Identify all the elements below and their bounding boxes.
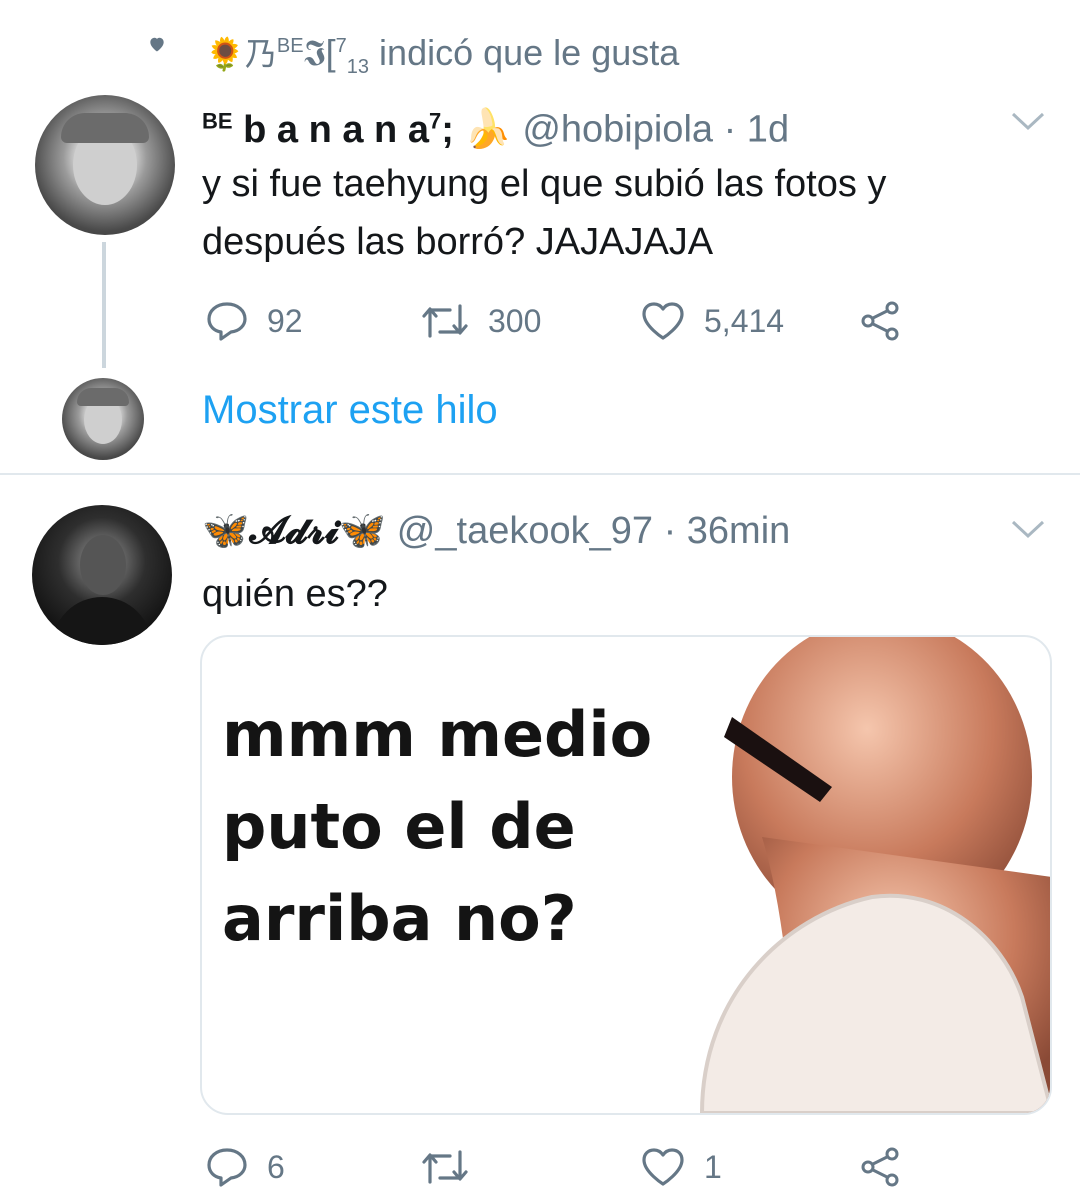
tweet-text-line: después las borró? JAJAJAJA xyxy=(202,221,714,263)
reply-icon xyxy=(207,302,247,341)
chevron-down-icon[interactable] xyxy=(1010,110,1046,132)
tweet-media-image[interactable]: mmm medio puto el de arriba no? xyxy=(200,635,1052,1115)
avatar-small[interactable] xyxy=(62,378,144,460)
show-thread-link[interactable]: Mostrar este hilo xyxy=(202,388,498,433)
retweet-icon xyxy=(422,304,468,338)
like-count: 1 xyxy=(704,1148,722,1185)
author-name-text: 𝓐𝓭𝓻𝓲 xyxy=(249,510,339,552)
tweet-time: · 36min xyxy=(663,510,791,552)
tweet-text-line: y si fue taehyung el que subió las fotos… xyxy=(202,163,887,205)
tweet-text: y si fue taehyung el que subió las fotos… xyxy=(202,155,1062,271)
like-count: 5,414 xyxy=(704,302,785,339)
tweet-text: quién es?? xyxy=(202,573,388,615)
avatar[interactable] xyxy=(35,95,175,235)
meme-caption-line: arriba no? xyxy=(222,882,577,955)
liked-by-name-sup: BE xyxy=(276,35,304,57)
author-name-tail: ; xyxy=(441,108,454,151)
liked-by-label[interactable]: 🌻乃BE𝕴[713 indicó que le gusta xyxy=(205,24,679,89)
retweet-button[interactable] xyxy=(420,1146,470,1188)
retweet-count: 300 xyxy=(488,302,542,339)
author-name[interactable]: BE b a n a n a7; xyxy=(202,108,454,151)
liked-by-name-sup2: 7 xyxy=(335,35,347,57)
meme-figure xyxy=(699,637,1050,1113)
chevron-down-icon[interactable] xyxy=(1010,518,1046,540)
tweet-time: · 1d xyxy=(723,108,790,151)
author-name[interactable]: 🦋𝓐𝓭𝓻𝓲🦋 xyxy=(202,510,386,552)
meme-caption-line: mmm medio xyxy=(222,698,653,771)
liked-by-name-sub: 13 xyxy=(346,56,370,79)
author-name-sup2: 7 xyxy=(428,108,442,133)
share-button[interactable] xyxy=(858,1146,902,1188)
share-button[interactable] xyxy=(858,300,902,342)
reply-count: 92 xyxy=(267,302,303,339)
like-button[interactable]: 5,414 xyxy=(640,300,784,342)
reply-button[interactable]: 6 xyxy=(205,1146,285,1188)
author-name-text: b a n a n a xyxy=(243,108,429,151)
liked-by-action: indicó que le gusta xyxy=(379,32,680,73)
liked-by-name-suffix: 𝕴[ xyxy=(303,32,336,73)
butterfly-emoji: 🦋 xyxy=(202,510,250,552)
avatar[interactable] xyxy=(32,505,172,645)
share-icon xyxy=(861,1147,899,1187)
like-icon xyxy=(642,1148,684,1186)
reply-button[interactable]: 92 xyxy=(205,300,303,342)
author-handle[interactable]: @_taekook_97 xyxy=(397,510,653,552)
heart-icon xyxy=(150,37,164,52)
meme-caption: mmm medio puto el de arriba no? xyxy=(222,689,652,965)
tweet-author-row: BE b a n a n a7; 🍌 @hobipiola · 1d xyxy=(202,98,789,153)
reply-count: 6 xyxy=(267,1148,285,1185)
butterfly-emoji: 🦋 xyxy=(338,510,387,552)
like-icon xyxy=(642,302,684,340)
author-name-sup: BE xyxy=(202,108,233,133)
share-icon xyxy=(861,301,899,341)
liked-by-name-prefix: 🌻乃 xyxy=(205,36,277,72)
like-button[interactable]: 1 xyxy=(640,1146,722,1188)
banana-emoji: 🍌 xyxy=(464,108,512,151)
tweet-author-row: 🦋𝓐𝓭𝓻𝓲🦋 @_taekook_97 · 36min xyxy=(202,508,790,554)
reply-icon xyxy=(207,1148,247,1187)
meme-caption-line: puto el de xyxy=(222,790,576,863)
author-handle[interactable]: @hobipiola xyxy=(522,109,713,151)
retweet-button[interactable]: 300 xyxy=(420,300,541,342)
tweet-divider xyxy=(0,473,1080,475)
retweet-icon xyxy=(422,1150,468,1184)
thread-connector xyxy=(102,242,106,368)
